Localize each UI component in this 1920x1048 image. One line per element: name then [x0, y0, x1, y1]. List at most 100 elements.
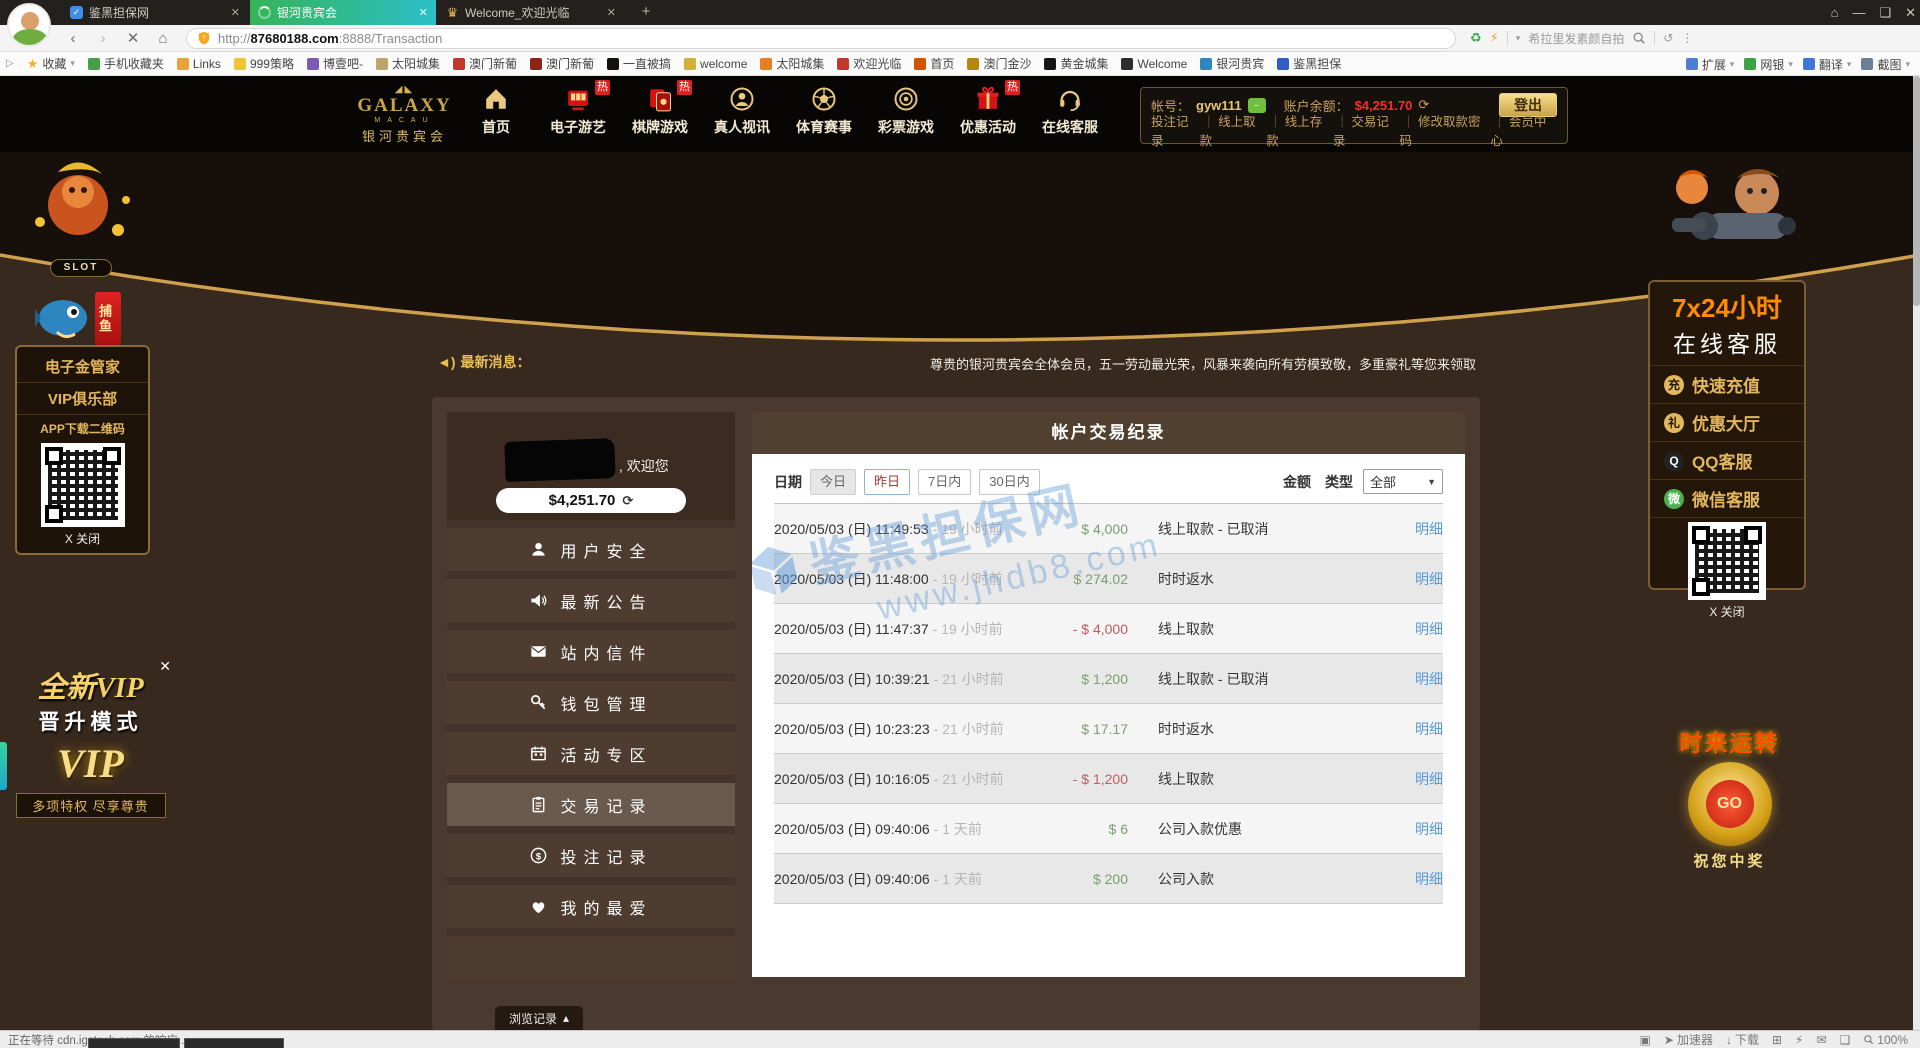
bookmark-item[interactable]: welcome: [684, 57, 747, 71]
skin-icon[interactable]: ⌂: [1831, 5, 1839, 20]
tab-galaxy-active[interactable]: 银河贵宾会 ✕: [250, 0, 436, 25]
search-suggestion-text[interactable]: 希拉里发素颜自拍: [1528, 30, 1624, 47]
nav-customer-service[interactable]: 在线客服: [1036, 85, 1104, 137]
nav-lottery[interactable]: 彩票游戏: [872, 85, 940, 137]
proxy-icon[interactable]: ▣: [1640, 1033, 1651, 1047]
extensions-menu[interactable]: 扩展▾: [1686, 56, 1735, 73]
popup-window-thumbnail[interactable]: [88, 1038, 180, 1048]
qq-service-link[interactable]: QQQ客服: [1650, 442, 1804, 480]
menu-dots-icon[interactable]: ⋮: [1681, 31, 1693, 45]
nav-board-games[interactable]: 热 棋牌游戏: [626, 85, 694, 137]
new-tab-button[interactable]: +: [636, 2, 656, 22]
refresh-mode-icon[interactable]: ♻: [1470, 30, 1482, 46]
bookmark-item[interactable]: 欢迎光临: [837, 55, 901, 72]
detail-link[interactable]: 明细: [1383, 769, 1443, 789]
bookmark-item[interactable]: 银河贵宾: [1200, 55, 1264, 72]
accelerator-button[interactable]: ➤ 加速器: [1664, 1031, 1713, 1048]
nav-sports[interactable]: 体育赛事: [790, 85, 858, 137]
lucky-wheel-ad[interactable]: 时来运转 GO 祝您中奖: [1652, 724, 1807, 871]
sidebar-toggle-icon[interactable]: ❏: [1840, 1033, 1851, 1047]
browse-history-tab[interactable]: 浏览记录 ▴: [495, 1006, 583, 1030]
tab-welcome[interactable]: ♛ Welcome_欢迎光临 ✕: [438, 0, 624, 25]
bookmark-item[interactable]: 手机收藏夹: [88, 55, 164, 72]
translate-menu[interactable]: 翻译▾: [1803, 56, 1852, 73]
balance-pill[interactable]: $4,251.70 ⟳: [496, 488, 686, 513]
account-link[interactable]: 线上存款: [1266, 111, 1333, 149]
account-link[interactable]: 交易记录: [1333, 111, 1400, 149]
detail-link[interactable]: 明细: [1383, 619, 1443, 639]
bookmark-item[interactable]: 首页: [914, 55, 954, 72]
nav-promotions[interactable]: 热 优惠活动: [954, 85, 1022, 137]
maximize-button[interactable]: ❑: [1879, 5, 1891, 21]
stop-button[interactable]: ✕: [120, 29, 146, 47]
bookmark-item[interactable]: 太阳城集: [376, 55, 440, 72]
account-link[interactable]: 投注记录: [1151, 111, 1200, 149]
search-icon[interactable]: [1632, 31, 1646, 45]
account-link[interactable]: 修改取款密码: [1399, 111, 1490, 149]
page-scrollbar[interactable]: [1913, 76, 1920, 1030]
tab-close-icon[interactable]: ✕: [231, 6, 240, 19]
detail-link[interactable]: 明细: [1383, 519, 1443, 539]
sidebar-item-activities[interactable]: 活动专区: [447, 732, 735, 775]
sidebar-item-favorites[interactable]: 我的最爱: [447, 885, 735, 928]
sidebar-item-wallet[interactable]: 钱包管理: [447, 681, 735, 724]
type-select[interactable]: 全部 ▼: [1363, 469, 1443, 494]
detail-link[interactable]: 明细: [1383, 819, 1443, 839]
sidebar-item-user-security[interactable]: 用户安全: [447, 528, 735, 571]
sidebar-item-bets[interactable]: $ 投注记录: [447, 834, 735, 877]
address-input[interactable]: ! http://87680188.com:8888/Transaction: [186, 28, 1456, 49]
favorites-menu[interactable]: ★ 收藏 ▾: [27, 55, 75, 72]
bookmark-item[interactable]: 999策略: [234, 55, 294, 72]
boost-icon[interactable]: ⚡: [1795, 1033, 1803, 1047]
bookmark-item[interactable]: 澳门新葡: [453, 55, 517, 72]
home-button[interactable]: ⌂: [150, 30, 176, 47]
bookmark-item[interactable]: Links: [177, 57, 221, 71]
filter-7days-button[interactable]: 7日内: [918, 469, 971, 495]
close-vip-ad-icon[interactable]: ✕: [159, 658, 171, 675]
tab-jianhei[interactable]: ✓ 鉴黑担保网 ✕: [62, 0, 248, 25]
nav-home[interactable]: 首页: [462, 85, 530, 137]
lucky-wheel[interactable]: GO: [1688, 762, 1772, 846]
bookmark-item[interactable]: 澳门新葡: [530, 55, 594, 72]
account-link[interactable]: 线上取款: [1200, 111, 1267, 149]
quick-deposit-link[interactable]: 充快速充值: [1650, 366, 1804, 404]
detail-link[interactable]: 明细: [1383, 869, 1443, 889]
vip-club-link[interactable]: VIP俱乐部: [17, 383, 148, 415]
bookmark-item[interactable]: Welcome: [1121, 57, 1187, 71]
chevron-down-icon[interactable]: ▾: [1516, 33, 1521, 44]
filter-yesterday-button[interactable]: 昨日: [864, 469, 910, 495]
scrollbar-thumb[interactable]: [1913, 76, 1920, 306]
screenshot-menu[interactable]: 截图▾: [1861, 56, 1910, 73]
detail-link[interactable]: 明细: [1383, 569, 1443, 589]
filter-30days-button[interactable]: 30日内: [979, 469, 1039, 495]
undo-icon[interactable]: ↺: [1663, 31, 1673, 45]
promo-hall-link[interactable]: 礼优惠大厅: [1650, 404, 1804, 442]
sidebar-item-announcements[interactable]: 最新公告: [447, 579, 735, 622]
slot-badge[interactable]: SLOT: [50, 259, 112, 277]
apps-icon[interactable]: ⊞: [1772, 1033, 1782, 1047]
bookmark-item[interactable]: 一直被搞: [607, 55, 671, 72]
wechat-service-link[interactable]: 微微信客服: [1650, 480, 1804, 518]
lightning-icon[interactable]: ⚡: [1490, 30, 1499, 46]
fish-game-ribbon[interactable]: 捕鱼: [95, 292, 121, 346]
site-logo[interactable]: ◢◣ GALAXY MACAU 银河贵宾会: [352, 84, 457, 145]
detail-link[interactable]: 明细: [1383, 669, 1443, 689]
tab-close-icon[interactable]: ✕: [607, 6, 616, 19]
vip-promo-ad[interactable]: ✕ 全新VIP 晋升模式 VIP 多项特权 尽享尊贵: [8, 650, 173, 825]
ebank-menu[interactable]: 网银▾: [1744, 56, 1793, 73]
detail-link[interactable]: 明细: [1383, 719, 1443, 739]
feedback-icon[interactable]: ✉: [1816, 1033, 1826, 1047]
fish-game-icon[interactable]: [35, 290, 95, 345]
minimize-button[interactable]: —: [1852, 5, 1865, 20]
close-right-panel-button[interactable]: X 关闭: [1650, 603, 1804, 620]
tab-close-icon[interactable]: ✕: [419, 6, 428, 19]
bookmark-item[interactable]: 澳门金沙: [967, 55, 1031, 72]
nav-live-casino[interactable]: 真人视讯: [708, 85, 776, 137]
sidebar-item-inbox[interactable]: 站内信件: [447, 630, 735, 673]
wheel-go-button[interactable]: GO: [1706, 780, 1754, 828]
account-link[interactable]: 会员中心: [1490, 111, 1557, 149]
close-button[interactable]: ✕: [1905, 5, 1916, 21]
back-button[interactable]: ‹: [60, 30, 86, 47]
bookmark-item[interactable]: 博壹吧-: [307, 55, 363, 72]
bookmark-item[interactable]: 黄金城集: [1044, 55, 1108, 72]
